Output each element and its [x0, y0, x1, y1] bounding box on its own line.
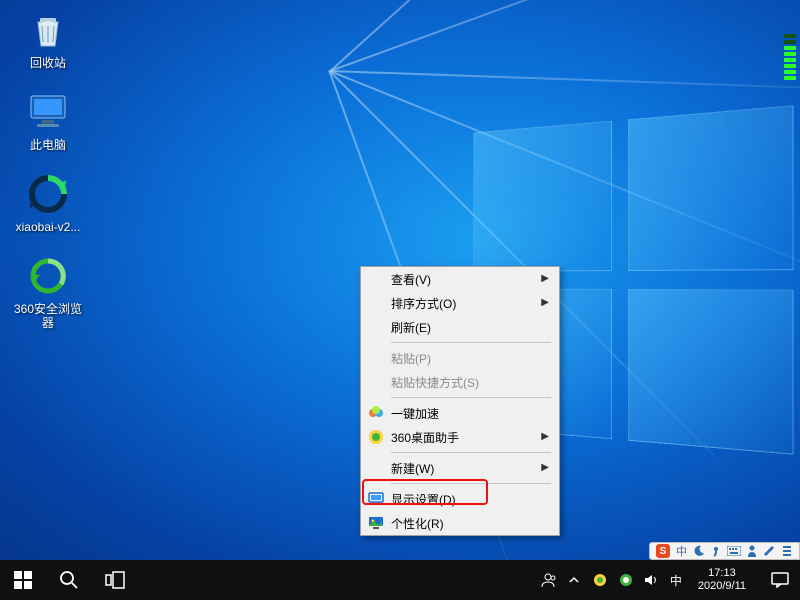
- menu-item-label: 显示设置(D): [391, 491, 456, 508]
- desktop-context-menu: 查看(V) ▶ 排序方式(O) ▶ 刷新(E) 粘贴(P) 粘贴快捷方式(S) 一键…: [360, 266, 560, 536]
- menu-item-label: 粘贴快捷方式(S): [391, 374, 479, 391]
- submenu-arrow-icon: ▶: [541, 462, 549, 473]
- personalize-icon: [367, 514, 385, 532]
- menu-item-label: 新建(W): [391, 460, 434, 477]
- menu-separator: [391, 342, 551, 343]
- ime-keyboard-icon[interactable]: [727, 546, 741, 556]
- menu-separator: [391, 452, 551, 453]
- taskbar-clock[interactable]: 17:13 2020/9/11: [692, 567, 752, 593]
- desktop-icon-xiaobai[interactable]: xiaobai-v2...: [8, 172, 88, 234]
- start-button[interactable]: [0, 560, 46, 600]
- menu-item-view[interactable]: 查看(V) ▶: [361, 267, 559, 291]
- tray-chevron-up-icon[interactable]: [566, 572, 582, 588]
- submenu-arrow-icon: ▶: [541, 273, 549, 284]
- ime-moon-icon[interactable]: [693, 545, 705, 557]
- ime-floating-bar[interactable]: S 中: [649, 542, 800, 560]
- search-icon: [59, 570, 79, 590]
- taskbar: 中 17:13 2020/9/11: [0, 560, 800, 600]
- task-view-icon: [105, 571, 125, 589]
- clock-date: 2020/9/11: [698, 580, 746, 593]
- menu-item-display-settings[interactable]: 显示设置(D): [361, 487, 559, 511]
- audio-level-meter: [784, 28, 796, 80]
- menu-item-refresh[interactable]: 刷新(E): [361, 315, 559, 339]
- tray-360-icon[interactable]: [592, 572, 608, 588]
- task-view-button[interactable]: [92, 560, 138, 600]
- display-icon: [367, 490, 385, 508]
- ime-lang-toggle[interactable]: 中: [676, 543, 687, 559]
- menu-item-360-assistant[interactable]: 360桌面助手 ▶: [361, 425, 559, 449]
- desktop-icon-label: 回收站: [8, 56, 88, 70]
- accelerate-icon: [367, 404, 385, 422]
- tray-people-icon[interactable]: [540, 572, 556, 588]
- desktop-icon-label: xiaobai-v2...: [8, 220, 88, 234]
- menu-item-new[interactable]: 新建(W) ▶: [361, 456, 559, 480]
- ime-comma-icon[interactable]: [711, 545, 721, 557]
- submenu-arrow-icon: ▶: [541, 431, 549, 442]
- menu-separator: [391, 483, 551, 484]
- ime-person-icon[interactable]: [747, 545, 757, 557]
- desktop-icon-label: 此电脑: [8, 138, 88, 152]
- menu-item-paste-shortcut: 粘贴快捷方式(S): [361, 370, 559, 394]
- menu-item-paste: 粘贴(P): [361, 346, 559, 370]
- menu-item-personalize[interactable]: 个性化(R): [361, 511, 559, 535]
- system-tray: 中 17:13 2020/9/11: [532, 560, 760, 600]
- menu-item-label: 排序方式(O): [391, 295, 456, 312]
- menu-item-label: 查看(V): [391, 271, 431, 288]
- menu-item-accelerate[interactable]: 一键加速: [361, 401, 559, 425]
- menu-item-label: 刷新(E): [391, 319, 431, 336]
- sogou-logo-icon[interactable]: S: [656, 544, 670, 558]
- tray-ime-indicator[interactable]: 中: [670, 572, 682, 588]
- action-center-button[interactable]: [760, 560, 800, 600]
- desktop-icons: 回收站 此电脑 xiaobai-v2... 360安全浏览器: [8, 8, 88, 350]
- xiaobai-icon: [26, 172, 70, 216]
- 360-browser-icon: [26, 254, 70, 298]
- menu-item-label: 个性化(R): [391, 515, 444, 532]
- desktop[interactable]: 回收站 此电脑 xiaobai-v2... 360安全浏览器 查看(V) ▶ 排序…: [0, 0, 800, 600]
- notification-icon: [771, 572, 789, 588]
- desktop-icon-recycle-bin[interactable]: 回收站: [8, 8, 88, 70]
- ime-settings-icon[interactable]: [781, 545, 793, 557]
- search-button[interactable]: [46, 560, 92, 600]
- desktop-icon-360-browser[interactable]: 360安全浏览器: [8, 254, 88, 330]
- desktop-icon-this-pc[interactable]: 此电脑: [8, 90, 88, 152]
- menu-item-label: 粘贴(P): [391, 350, 431, 367]
- taskbar-left: [0, 560, 138, 600]
- ime-tool-icon[interactable]: [763, 545, 775, 557]
- tray-volume-icon[interactable]: [644, 572, 660, 588]
- clock-time: 17:13: [698, 567, 746, 580]
- submenu-arrow-icon: ▶: [541, 297, 549, 308]
- menu-separator: [391, 397, 551, 398]
- recycle-bin-icon: [26, 8, 70, 52]
- tray-360-secondary-icon[interactable]: [618, 572, 634, 588]
- menu-item-label: 一键加速: [391, 405, 439, 422]
- 360-icon: [367, 428, 385, 446]
- this-pc-icon: [26, 90, 70, 134]
- desktop-icon-label: 360安全浏览器: [8, 302, 88, 330]
- menu-item-sort[interactable]: 排序方式(O) ▶: [361, 291, 559, 315]
- windows-logo-icon: [14, 571, 32, 589]
- menu-item-label: 360桌面助手: [391, 429, 459, 446]
